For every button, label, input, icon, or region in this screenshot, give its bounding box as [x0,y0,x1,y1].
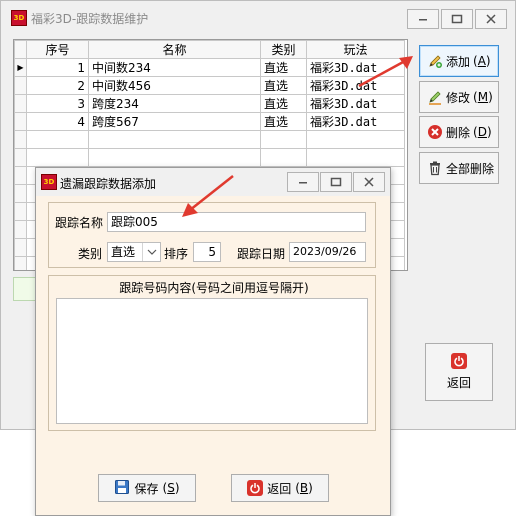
table-row[interactable]: ▶ 1 中间数234 直选 福彩3D.dat [14,58,405,77]
floppy-disk-icon [114,479,130,498]
type-select[interactable]: 直选 [107,242,161,262]
tracking-name-input[interactable]: 跟踪005 [107,212,366,232]
current-row-indicator: ▶ [14,58,27,77]
minimize-icon [419,19,427,21]
type-select-value: 直选 [111,245,136,259]
cell-no[interactable]: 1 [26,58,89,77]
order-label: 排序 [164,247,189,261]
minimize-button[interactable] [407,9,439,29]
close-icon [364,177,374,187]
table-row[interactable]: 4 跨度567 直选 福彩3D.dat [14,112,405,131]
tracking-date-input[interactable]: 2023/09/26 [289,242,366,262]
return-button[interactable]: 返回 [425,343,493,401]
pencil-add-icon [427,53,443,69]
cell-type[interactable]: 直选 [260,112,307,131]
cell-play[interactable]: 福彩3D.dat [306,94,405,113]
delete-all-button[interactable]: 全部删除 [419,152,499,184]
empty-row[interactable] [14,130,405,149]
empty-row[interactable] [14,148,405,167]
edit-button[interactable]: 修改 (M) [419,81,499,113]
save-button[interactable]: 保存 (S) [98,474,196,502]
dialog-close-button[interactable] [353,172,385,192]
pencil-edit-icon [427,89,443,105]
delete-button[interactable]: 删除 (D) [419,116,499,148]
dialog-maximize-button[interactable] [320,172,352,192]
save-button-label: 保存 [134,481,159,496]
cell-no[interactable]: 3 [26,94,89,113]
grid-header-row: 序号 名称 类别 玩法 [14,40,405,59]
cell-name[interactable]: 中间数234 [88,58,261,77]
maximize-button[interactable] [441,9,473,29]
content-label: 跟踪号码内容(号码之间用逗号隔开) [119,281,309,295]
cell-type[interactable]: 直选 [260,58,307,77]
add-button[interactable]: 添加 (A) [419,45,499,77]
back-button-label: 返回 [267,481,292,496]
column-header-type[interactable]: 类别 [260,40,307,59]
row-indicator [14,112,27,131]
dialog-minimize-button[interactable] [287,172,319,192]
cell-no[interactable]: 4 [26,112,89,131]
cell-play[interactable]: 福彩3D.dat [306,76,405,95]
cell-no[interactable]: 2 [26,76,89,95]
power-icon [247,480,264,496]
tracking-numbers-textarea[interactable] [56,298,368,424]
edit-button-label: 修改 [446,90,471,105]
chevron-down-icon[interactable] [142,243,160,261]
grid-corner [14,40,27,59]
dialog-titlebar[interactable]: 3D 遗漏跟踪数据添加 [36,168,390,196]
close-button[interactable] [475,9,507,29]
trash-icon [427,160,443,176]
order-input[interactable]: 5 [193,242,221,262]
delete-all-button-label: 全部删除 [446,161,495,176]
status-band [13,277,37,301]
delete-button-label: 删除 [446,125,471,140]
close-icon [486,14,496,24]
column-header-play[interactable]: 玩法 [306,40,405,59]
column-header-name[interactable]: 名称 [88,40,261,59]
type-label: 类别 [78,247,103,261]
row-indicator [14,94,27,113]
delete-hotkey: D [477,125,487,139]
cell-name[interactable]: 中间数456 [88,76,261,95]
power-icon [451,353,467,369]
dialog-title: 遗漏跟踪数据添加 [60,177,157,191]
delete-x-icon [427,124,443,140]
name-label: 跟踪名称 [55,216,104,230]
return-button-label: 返回 [446,376,471,390]
cell-type[interactable]: 直选 [260,76,307,95]
back-hotkey: B [299,481,309,495]
cell-name[interactable]: 跨度567 [88,112,261,131]
main-window-title: 福彩3D-跟踪数据维护 [31,12,149,26]
add-button-label: 添加 [446,54,471,69]
row-indicator [14,76,27,95]
cell-name[interactable]: 跨度234 [88,94,261,113]
save-hotkey: S [167,481,175,495]
add-hotkey: A [477,54,486,68]
minimize-icon [299,182,307,184]
main-titlebar[interactable]: 3D 福彩3D-跟踪数据维护 [1,1,515,33]
edit-hotkey: M [477,90,489,104]
cell-type[interactable]: 直选 [260,94,307,113]
app-icon: 3D [11,10,27,26]
date-label: 跟踪日期 [237,247,286,261]
table-row[interactable]: 2 中间数456 直选 福彩3D.dat [14,76,405,95]
column-header-no[interactable]: 序号 [26,40,89,59]
maximize-icon [451,14,463,24]
table-row[interactable]: 3 跨度234 直选 福彩3D.dat [14,94,405,113]
cell-play[interactable]: 福彩3D.dat [306,58,405,77]
dialog-app-icon: 3D [41,174,57,190]
cell-play[interactable]: 福彩3D.dat [306,112,405,131]
add-tracking-dialog: 3D 遗漏跟踪数据添加 跟踪名称 跟踪005 类别 直选 排序 5 跟踪日期 2… [35,167,391,516]
back-button[interactable]: 返回 (B) [231,474,329,502]
maximize-icon [330,177,342,187]
